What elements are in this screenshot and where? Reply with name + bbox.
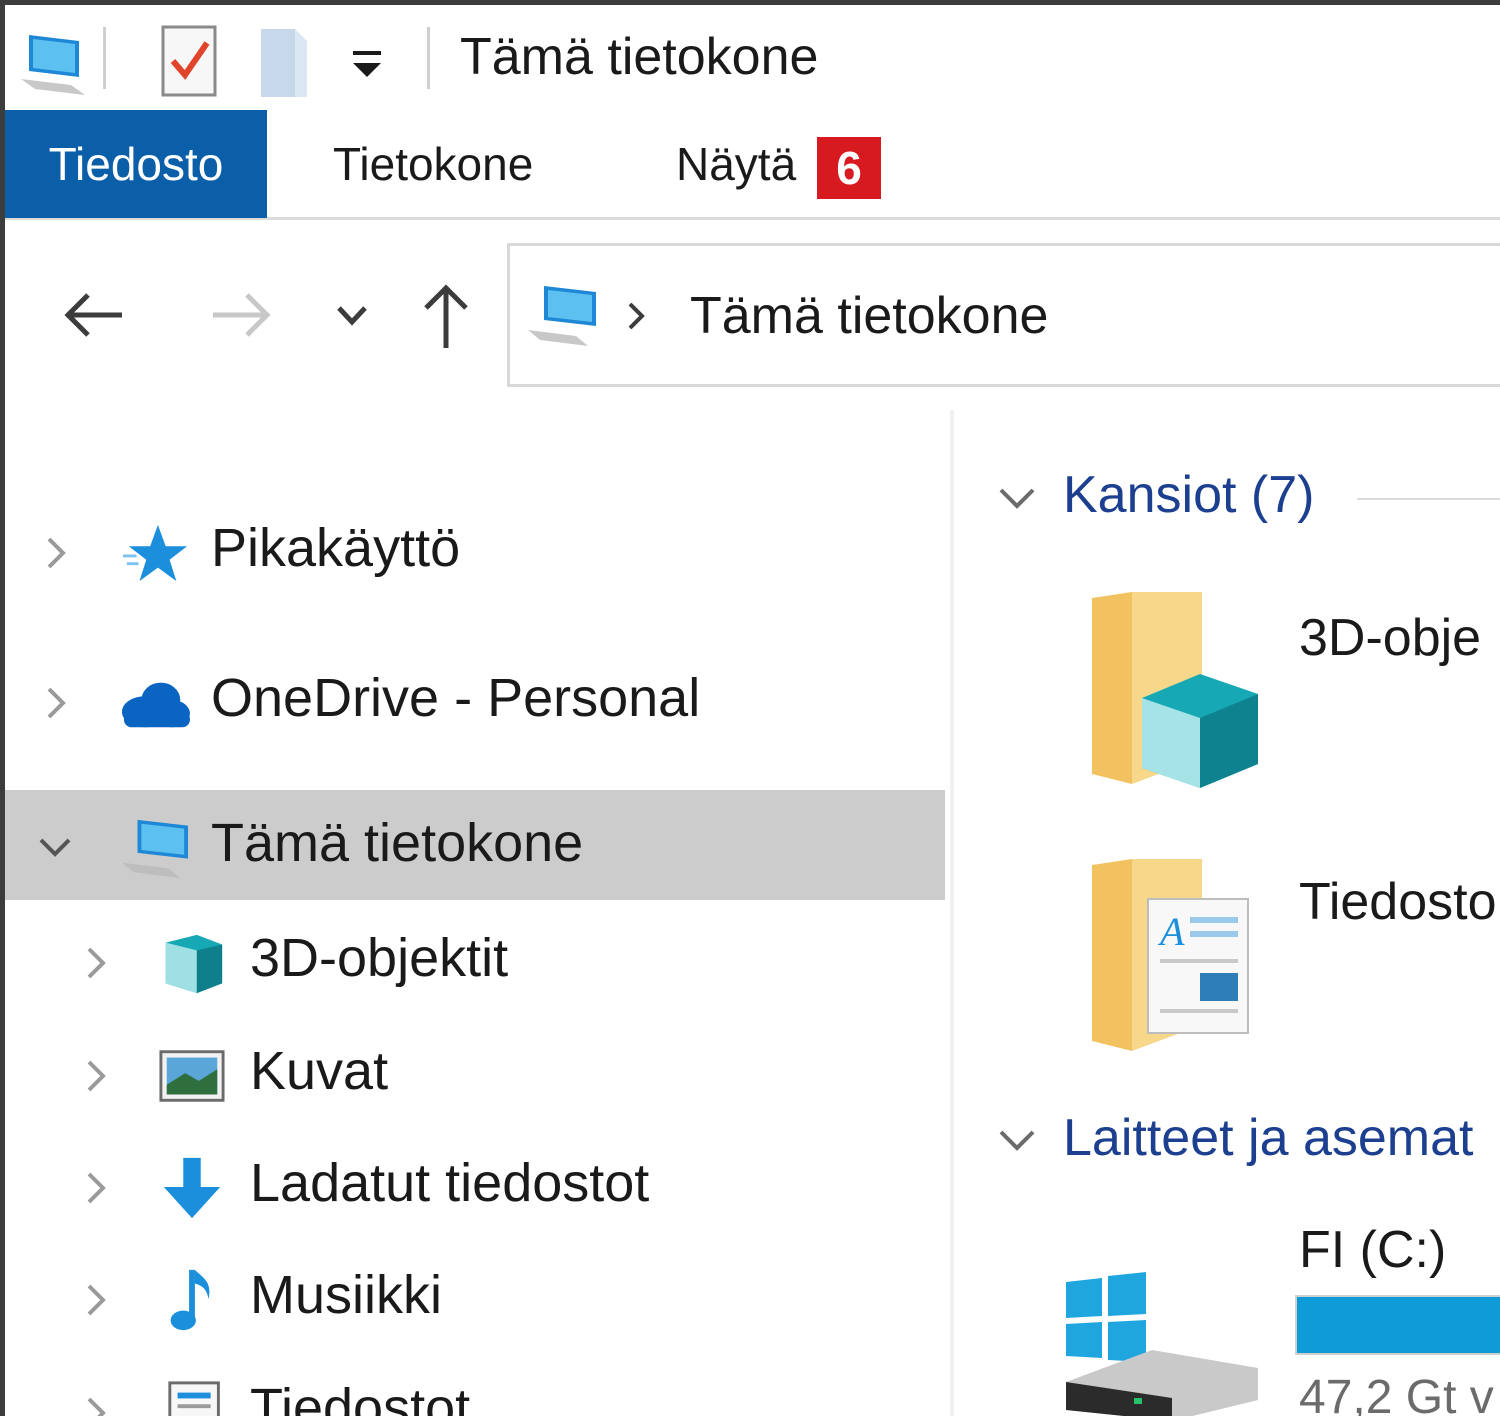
tree-item-music[interactable]: Musiikki xyxy=(5,1242,945,1352)
breadcrumb[interactable]: Tämä tietokone xyxy=(690,286,1048,346)
navigation-pane: Pikakäyttö OneDrive - Personal Tämä tiet… xyxy=(5,410,950,1416)
content-pane: Kansiot (7) 3D-obje A Tiedosto Laitteet … xyxy=(957,410,1500,1416)
breadcrumb-chevron-right-icon[interactable] xyxy=(622,296,652,336)
chevron-down-icon[interactable] xyxy=(35,828,75,868)
folder-3d-objects-icon xyxy=(1092,592,1258,788)
chevron-right-icon[interactable] xyxy=(81,1168,111,1208)
group-collapse-chevron-down-icon[interactable] xyxy=(995,1120,1039,1160)
folder-item-documents[interactable]: A xyxy=(1082,855,1262,1055)
new-folder-icon[interactable] xyxy=(255,21,315,101)
tree-item-label: Kuvat xyxy=(250,1041,389,1101)
toolbar-separator xyxy=(103,27,106,89)
tree-item-label: Pikakäyttö xyxy=(211,518,461,578)
download-icon xyxy=(163,1157,221,1219)
properties-icon[interactable] xyxy=(157,21,221,101)
drive-item-c[interactable] xyxy=(1062,1270,1262,1416)
tree-item-label: 3D-objektit xyxy=(250,928,509,988)
tree-item-label: Musiikki xyxy=(250,1265,443,1325)
back-arrow-icon[interactable] xyxy=(60,280,130,350)
windows-drive-icon xyxy=(1066,1272,1258,1416)
folder-documents-icon: A xyxy=(1092,859,1249,1051)
computer-icon xyxy=(121,819,189,879)
star-icon xyxy=(122,524,188,582)
tree-item-label: Tämä tietokone xyxy=(211,813,584,873)
chevron-right-icon[interactable] xyxy=(81,1056,111,1096)
documents-icon xyxy=(168,1381,220,1416)
tree-item-downloads[interactable]: Ladatut tiedostot xyxy=(5,1130,945,1240)
step-badge: 6 xyxy=(817,137,881,199)
ribbon-tabs: Tiedosto Tietokone Näytä xyxy=(5,110,1500,220)
tree-item-this-pc[interactable]: Tämä tietokone xyxy=(5,790,945,900)
folder-label[interactable]: 3D-obje xyxy=(1299,608,1481,668)
tab-computer[interactable]: Tietokone xyxy=(333,110,533,218)
drive-usage-bar xyxy=(1295,1295,1500,1355)
cloud-icon xyxy=(121,682,190,728)
tree-item-quick-access[interactable]: Pikakäyttö xyxy=(5,495,945,605)
tree-item-label: Ladatut tiedostot xyxy=(250,1153,650,1213)
drive-free-space: 47,2 Gt v xyxy=(1299,1371,1494,1416)
cube-icon xyxy=(165,934,223,994)
title-bar: Tämä tietokone xyxy=(5,5,1500,110)
pictures-icon xyxy=(159,1050,225,1102)
file-explorer-window: Tämä tietokone Tiedosto Tietokone Näytä … xyxy=(0,0,1500,1416)
group-header-folders[interactable]: Kansiot (7) xyxy=(1063,465,1314,525)
tab-file[interactable]: Tiedosto xyxy=(5,110,267,218)
folder-label[interactable]: Tiedosto xyxy=(1299,872,1497,932)
group-divider xyxy=(1357,498,1500,500)
folder-item-3d-objects[interactable] xyxy=(1082,588,1262,788)
drive-name[interactable]: FI (C:) xyxy=(1299,1220,1446,1280)
tab-view[interactable]: Näytä xyxy=(676,110,796,218)
tree-item-pictures[interactable]: Kuvat xyxy=(5,1018,945,1128)
forward-arrow-icon[interactable] xyxy=(205,280,275,350)
customize-toolbar-icon[interactable] xyxy=(345,21,389,101)
tree-item-label: OneDrive - Personal xyxy=(211,668,701,728)
music-icon xyxy=(170,1269,210,1331)
tree-item-documents[interactable]: Tiedostot xyxy=(5,1355,945,1416)
group-collapse-chevron-down-icon[interactable] xyxy=(995,478,1039,518)
chevron-right-icon[interactable] xyxy=(41,533,71,573)
chevron-right-icon[interactable] xyxy=(81,1280,111,1320)
tree-item-3d-objects[interactable]: 3D-objektit xyxy=(5,905,945,1015)
toolbar-separator xyxy=(427,27,430,89)
chevron-right-icon[interactable] xyxy=(81,1393,111,1416)
pane-splitter[interactable] xyxy=(950,410,954,1416)
up-arrow-icon[interactable] xyxy=(411,280,481,350)
chevron-right-icon[interactable] xyxy=(41,683,71,723)
computer-icon xyxy=(21,35,85,95)
computer-icon xyxy=(528,286,596,346)
tree-item-label: Tiedostot xyxy=(250,1378,471,1416)
address-bar[interactable]: Tämä tietokone xyxy=(507,243,1500,387)
recent-locations-chevron-down-icon[interactable] xyxy=(317,280,387,350)
group-header-devices[interactable]: Laitteet ja asemat xyxy=(1063,1108,1473,1168)
chevron-right-icon[interactable] xyxy=(81,943,111,983)
tree-item-onedrive[interactable]: OneDrive - Personal xyxy=(5,645,945,755)
svg-text:A: A xyxy=(1157,909,1185,954)
window-title: Tämä tietokone xyxy=(460,28,819,86)
